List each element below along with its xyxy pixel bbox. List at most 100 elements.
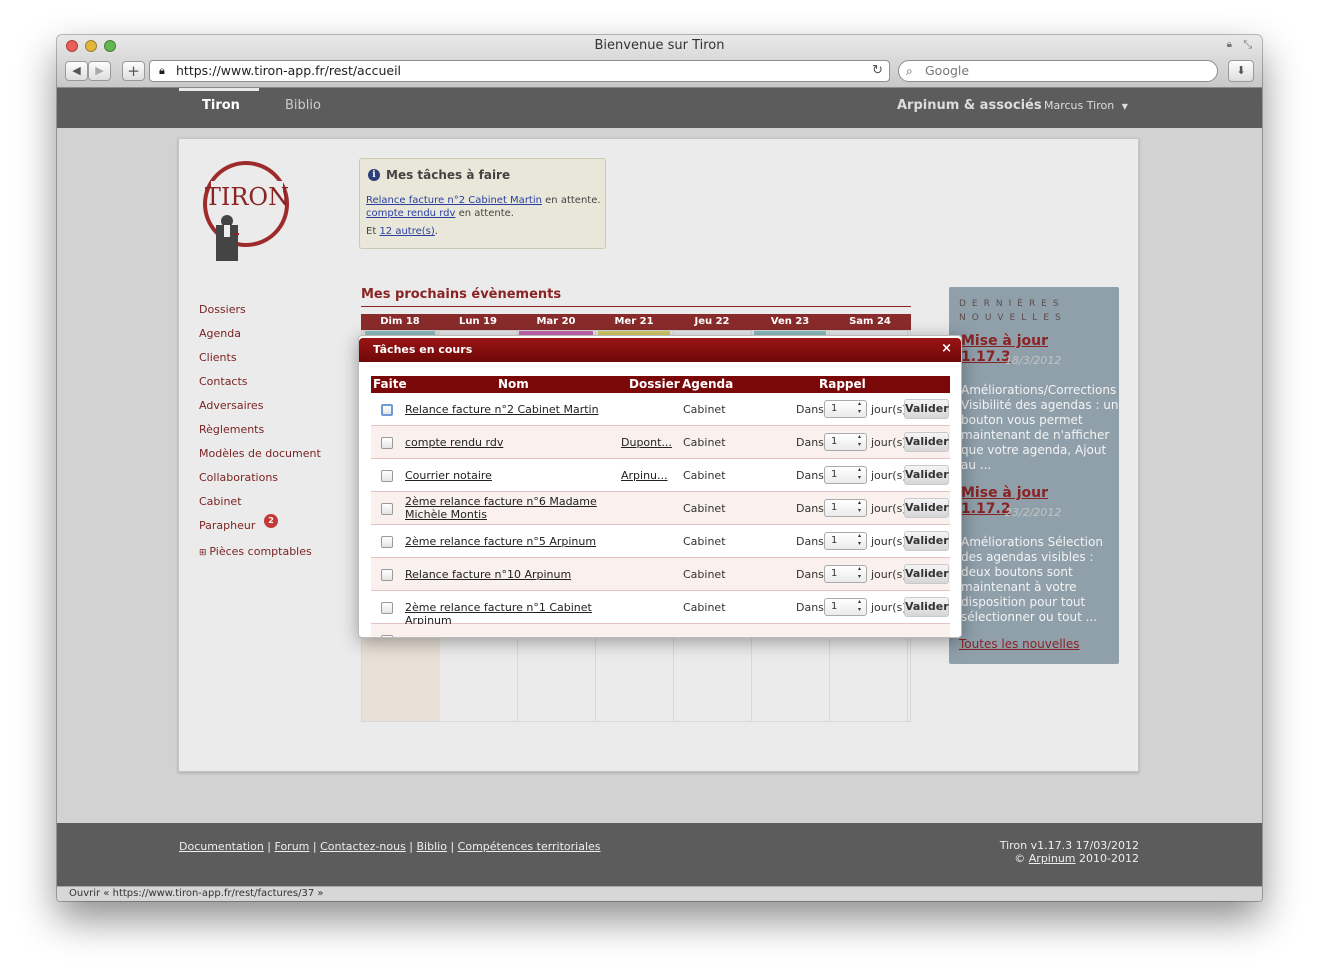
expand-icon: ⊞ [199, 548, 210, 558]
user-menu[interactable]: Marcus Tiron ▼ [1044, 88, 1128, 128]
sidebar-item-contacts[interactable]: Contacts [199, 375, 248, 388]
secure-lock-icon: 🔒︎ [159, 64, 165, 77]
calendar-day[interactable]: Lun 19 [439, 314, 517, 330]
done-checkbox[interactable] [381, 503, 393, 515]
footer-link-contact[interactable]: Contactez-nous [320, 840, 406, 853]
sidebar-item-reglements[interactable]: Règlements [199, 423, 264, 436]
calendar-day[interactable]: Ven 23 [751, 314, 829, 330]
task-name-link[interactable]: 2ème relance facture n°6 Madame Michèle … [405, 495, 635, 521]
calendar-day[interactable]: Dim 18 [361, 314, 439, 330]
news-title: Mise à jour [961, 333, 1049, 349]
task-link-relance[interactable]: Relance facture n°2 Cabinet Martin [366, 195, 542, 206]
reminder-unit: jour(s) [871, 469, 907, 482]
validate-button[interactable]: Valider [904, 531, 949, 551]
done-checkbox[interactable] [381, 470, 393, 482]
validate-button[interactable]: Valider [904, 432, 949, 452]
sidebar-item-dossiers[interactable]: Dossiers [199, 303, 246, 316]
done-checkbox[interactable] [381, 404, 393, 416]
table-row: 2ème relance facture n°6 Madame Michèle … [371, 492, 950, 525]
downloads-button[interactable]: ⬇ [1228, 60, 1254, 82]
task-name-link[interactable]: Courrier notaire [405, 469, 635, 482]
task-agenda: Cabinet [683, 568, 726, 581]
reminder-days-select[interactable]: 1 [824, 565, 867, 583]
col-reminder: Rappel [819, 377, 866, 391]
footer-link-documentation[interactable]: Documentation [179, 840, 264, 853]
sidebar-item-pieces-comptables[interactable]: ⊞ Pièces comptables [199, 545, 312, 558]
sidebar-item-agenda[interactable]: Agenda [199, 327, 241, 340]
reminder-days-select[interactable]: 1 [824, 466, 867, 484]
arpinum-link[interactable]: Arpinum [1029, 852, 1076, 865]
task-folder-link[interactable]: Arpinu... [621, 469, 668, 482]
reload-icon[interactable]: ↻ [872, 61, 883, 81]
reminder-prefix: Dans [796, 403, 824, 416]
reminder-prefix: Dans [796, 535, 824, 548]
validate-button[interactable]: Valider [904, 399, 949, 419]
task-name-link[interactable]: Relance facture n°2 Cabinet Martin [405, 403, 635, 416]
reminder-days-select[interactable]: 1 [824, 400, 867, 418]
info-icon: i [368, 169, 380, 181]
reminder-days-value: 1 [831, 535, 838, 546]
sidebar-item-parapheur[interactable]: Parapheur [199, 519, 255, 532]
task-link-compte-rendu[interactable]: compte rendu rdv [366, 208, 455, 219]
add-bookmark-button[interactable]: + [122, 61, 145, 81]
close-icon[interactable]: × [941, 341, 952, 356]
more-tasks-link[interactable]: 12 autre(s) [379, 226, 434, 237]
reminder-days-select[interactable]: 1 [824, 598, 867, 616]
forward-button[interactable]: ▶ [88, 61, 111, 81]
task-name-link[interactable]: 2ème relance facture n°5 Arpinum [405, 535, 635, 548]
footer-link-biblio[interactable]: Biblio [417, 840, 447, 853]
url-bar[interactable]: 🔒︎ https://www.tiron-app.fr/rest/accueil… [149, 60, 890, 82]
task-status: en attente. [458, 208, 514, 219]
reminder-days-select[interactable]: 1 [824, 532, 867, 550]
reminder-prefix: Dans [796, 436, 824, 449]
sidebar-item-collaborations[interactable]: Collaborations [199, 471, 278, 484]
done-checkbox[interactable] [381, 602, 393, 614]
task-folder-link[interactable]: Dupont... [621, 436, 672, 449]
reminder-unit: jour(s) [871, 535, 907, 548]
reminder-days-value: 1 [831, 469, 838, 480]
task-name-link[interactable]: compte rendu rdv [405, 436, 635, 449]
sidebar-item-modeles[interactable]: Modèles de document [199, 447, 321, 460]
calendar-day[interactable]: Jeu 22 [673, 314, 751, 330]
validate-button[interactable]: Valider [904, 564, 949, 584]
news-text: Améliorations Sélection des agendas visi… [961, 535, 1103, 624]
done-checkbox[interactable] [381, 635, 393, 637]
done-checkbox[interactable] [381, 536, 393, 548]
reminder-prefix: Dans [796, 469, 824, 482]
calendar-day[interactable]: Mer 21 [595, 314, 673, 330]
validate-button[interactable]: Valider [904, 597, 949, 617]
all-news-link[interactable]: Toutes les nouvelles [959, 637, 1080, 651]
col-folder: Dossier [629, 377, 680, 391]
tab-tiron[interactable]: Tiron [202, 88, 240, 128]
footer-link-forum[interactable]: Forum [275, 840, 310, 853]
footer-link-competences[interactable]: Compétences territoriales [458, 840, 601, 853]
task-name-link[interactable]: Relance facture n°10 Arpinum [405, 568, 635, 581]
tasks-table-header: Faite Nom Dossier Agenda Rappel [371, 376, 950, 393]
calendar-day[interactable]: Sam 24 [829, 314, 911, 330]
calendar-day[interactable]: Mar 20 [517, 314, 595, 330]
search-input[interactable]: ⌕ Google [898, 60, 1218, 82]
sidebar-item-adversaires[interactable]: Adversaires [199, 399, 263, 412]
done-checkbox[interactable] [381, 569, 393, 581]
sidebar-item-clients[interactable]: Clients [199, 351, 237, 364]
news-text: Améliorations/Corrections Visibilité des… [961, 383, 1119, 472]
tasks-box-title: Mes tâches à faire [386, 168, 511, 182]
done-checkbox[interactable] [381, 437, 393, 449]
user-name: Marcus Tiron [1044, 99, 1115, 112]
tab-biblio[interactable]: Biblio [285, 88, 321, 128]
logo-text: TIRON [205, 183, 289, 211]
reminder-prefix: Dans [796, 601, 824, 614]
url-text: https://www.tiron-app.fr/rest/accueil [176, 63, 402, 78]
tasks-box-list: Relance facture n°2 Cabinet Martin en at… [366, 194, 601, 238]
validate-button[interactable]: Valider [904, 465, 949, 485]
firm-name[interactable]: Arpinum & associés [897, 88, 1042, 128]
back-button[interactable]: ◀ [65, 61, 88, 81]
validate-button[interactable]: Valider [904, 498, 949, 518]
reminder-days-select[interactable]: 1 [824, 499, 867, 517]
news-version: 1.17.3 [961, 349, 1011, 365]
sidebar-item-cabinet[interactable]: Cabinet [199, 495, 242, 508]
reminder-days-select[interactable]: 1 [824, 433, 867, 451]
task-agenda: Cabinet [683, 403, 726, 416]
fullscreen-icon[interactable]: ⤡ [1243, 38, 1252, 52]
chevron-down-icon: ▼ [1121, 102, 1128, 111]
